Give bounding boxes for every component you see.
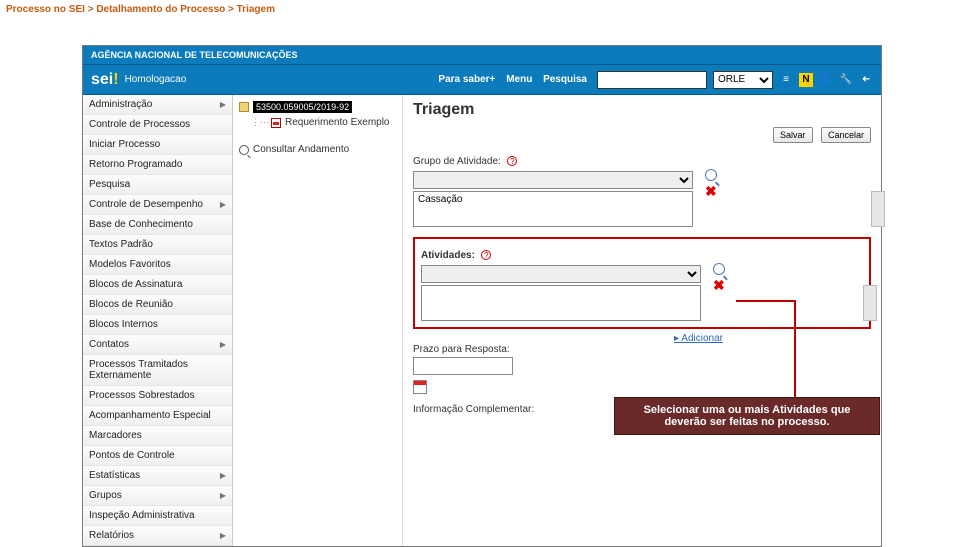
sidebar-item-2[interactable]: Iniciar Processo <box>83 135 232 155</box>
process-tree: 53500.059005/2019-92 ⋮⋯ Requerimento Exe… <box>233 95 403 546</box>
atividades-group: Atividades: ? ✖ <box>421 245 863 321</box>
chevron-right-icon: ▶ <box>220 471 226 480</box>
search-input[interactable] <box>597 71 707 89</box>
atividades-label: Atividades: <box>421 250 475 261</box>
help-icon[interactable]: ? <box>507 156 517 166</box>
env-label: Homologacao <box>125 74 187 85</box>
breadcrumb: Processo no SEI > Detalhamento do Proces… <box>0 0 960 19</box>
sidebar-item-8[interactable]: Modelos Favoritos <box>83 255 232 275</box>
remove-grupo-icon[interactable]: ✖ <box>705 185 717 197</box>
document-node[interactable]: ⋮⋯ Requerimento Exemplo <box>251 117 396 128</box>
process-node[interactable]: 53500.059005/2019-92 <box>239 101 396 113</box>
sidebar-item-21[interactable]: Relatórios▶ <box>83 526 232 546</box>
sidebar-item-13[interactable]: Processos Tramitados Externamente <box>83 355 232 386</box>
sidebar-item-10[interactable]: Blocos de Reunião <box>83 295 232 315</box>
prazo-input[interactable] <box>413 357 513 375</box>
chevron-right-icon: ▶ <box>220 340 226 349</box>
agency-banner: AGÊNCIA NACIONAL DE TELECOMUNICAÇÕES <box>83 46 881 65</box>
sidebar-item-15[interactable]: Acompanhamento Especial <box>83 406 232 426</box>
tree-connector: ⋮⋯ <box>251 117 269 128</box>
sidebar-item-6[interactable]: Base de Conhecimento <box>83 215 232 235</box>
novidades-icon[interactable]: N <box>799 73 813 87</box>
folder-icon <box>239 102 249 112</box>
atividades-highlight: Atividades: ? ✖ <box>413 237 871 329</box>
sidebar-item-16[interactable]: Marcadores <box>83 426 232 446</box>
unit-select[interactable]: ORLE <box>713 71 773 89</box>
sei-logo: sei! <box>91 71 119 89</box>
atividades-selected[interactable] <box>421 285 701 321</box>
config-icon[interactable]: 🔧 <box>839 73 853 87</box>
callout-connector <box>736 300 796 408</box>
scrollbar[interactable] <box>871 191 885 227</box>
sidebar-item-14[interactable]: Processos Sobrestados <box>83 386 232 406</box>
app-frame: AGÊNCIA NACIONAL DE TELECOMUNICAÇÕES sei… <box>82 45 882 547</box>
sidebar-item-1[interactable]: Controle de Processos <box>83 115 232 135</box>
grupo-atividade-group: Grupo de Atividade: ? Cassação ✖ <box>413 151 871 227</box>
grupo-atividade-selected[interactable]: Cassação <box>413 191 693 227</box>
header-bar: sei! Homologacao Para saber+ Menu Pesqui… <box>83 65 881 95</box>
process-number: 53500.059005/2019-92 <box>253 101 352 113</box>
sidebar-item-3[interactable]: Retorno Programado <box>83 155 232 175</box>
exit-icon[interactable]: ➜ <box>859 73 873 87</box>
sidebar-item-12[interactable]: Contatos▶ <box>83 335 232 355</box>
prazo-label: Prazo para Resposta: <box>413 344 871 355</box>
search-grupo-icon[interactable] <box>705 169 717 181</box>
consultar-andamento[interactable]: Consultar Andamento <box>239 144 396 155</box>
chevron-right-icon: ▶ <box>220 531 226 540</box>
header-links: Para saber+ Menu Pesquisa <box>434 74 591 85</box>
sidebar-item-20[interactable]: Inspeção Administrativa <box>83 506 232 526</box>
chevron-right-icon: ▶ <box>220 100 226 109</box>
sidebar-item-18[interactable]: Estatísticas▶ <box>83 466 232 486</box>
sidebar-item-7[interactable]: Textos Padrão <box>83 235 232 255</box>
link-para-saber[interactable]: Para saber+ <box>438 74 495 85</box>
search-atividades-icon[interactable] <box>713 263 725 275</box>
lupa-icon <box>239 145 249 155</box>
help-icon[interactable]: ? <box>481 250 491 260</box>
sidebar-item-5[interactable]: Controle de Desempenho▶ <box>83 195 232 215</box>
link-pesquisa[interactable]: Pesquisa <box>543 74 587 85</box>
grupo-atividade-combo[interactable] <box>413 171 693 189</box>
control-icon[interactable]: ≡ <box>779 73 793 87</box>
page-title: Triagem <box>413 101 871 119</box>
atividades-combo[interactable] <box>421 265 701 283</box>
link-menu[interactable]: Menu <box>506 74 532 85</box>
prazo-group: Prazo para Resposta: <box>413 344 871 394</box>
pdf-icon <box>271 118 281 128</box>
chevron-right-icon: ▶ <box>220 491 226 500</box>
sidebar-item-9[interactable]: Blocos de Assinatura <box>83 275 232 295</box>
main-panel: Triagem Salvar Cancelar Grupo de Ativida… <box>403 95 881 546</box>
sidebar-item-0[interactable]: Administração▶ <box>83 95 232 115</box>
sidebar-item-17[interactable]: Pontos de Controle <box>83 446 232 466</box>
remove-atividades-icon[interactable]: ✖ <box>713 279 725 291</box>
chevron-right-icon: ▶ <box>220 200 226 209</box>
cancelar-button[interactable]: Cancelar <box>821 127 871 143</box>
sidebar-item-11[interactable]: Blocos Internos <box>83 315 232 335</box>
salvar-button[interactable]: Salvar <box>773 127 813 143</box>
grupo-atividade-label: Grupo de Atividade: <box>413 156 501 167</box>
scrollbar[interactable] <box>863 285 877 321</box>
calendar-icon[interactable] <box>413 380 427 394</box>
adicionar-link[interactable]: ▸ Adicionar <box>413 333 723 344</box>
sidebar: Administração▶Controle de ProcessosInici… <box>83 95 233 546</box>
sidebar-item-4[interactable]: Pesquisa <box>83 175 232 195</box>
sidebar-item-19[interactable]: Grupos▶ <box>83 486 232 506</box>
user-icon[interactable]: 👤 <box>819 73 833 87</box>
callout-tip: Selecionar uma ou mais Atividades que de… <box>614 397 880 435</box>
